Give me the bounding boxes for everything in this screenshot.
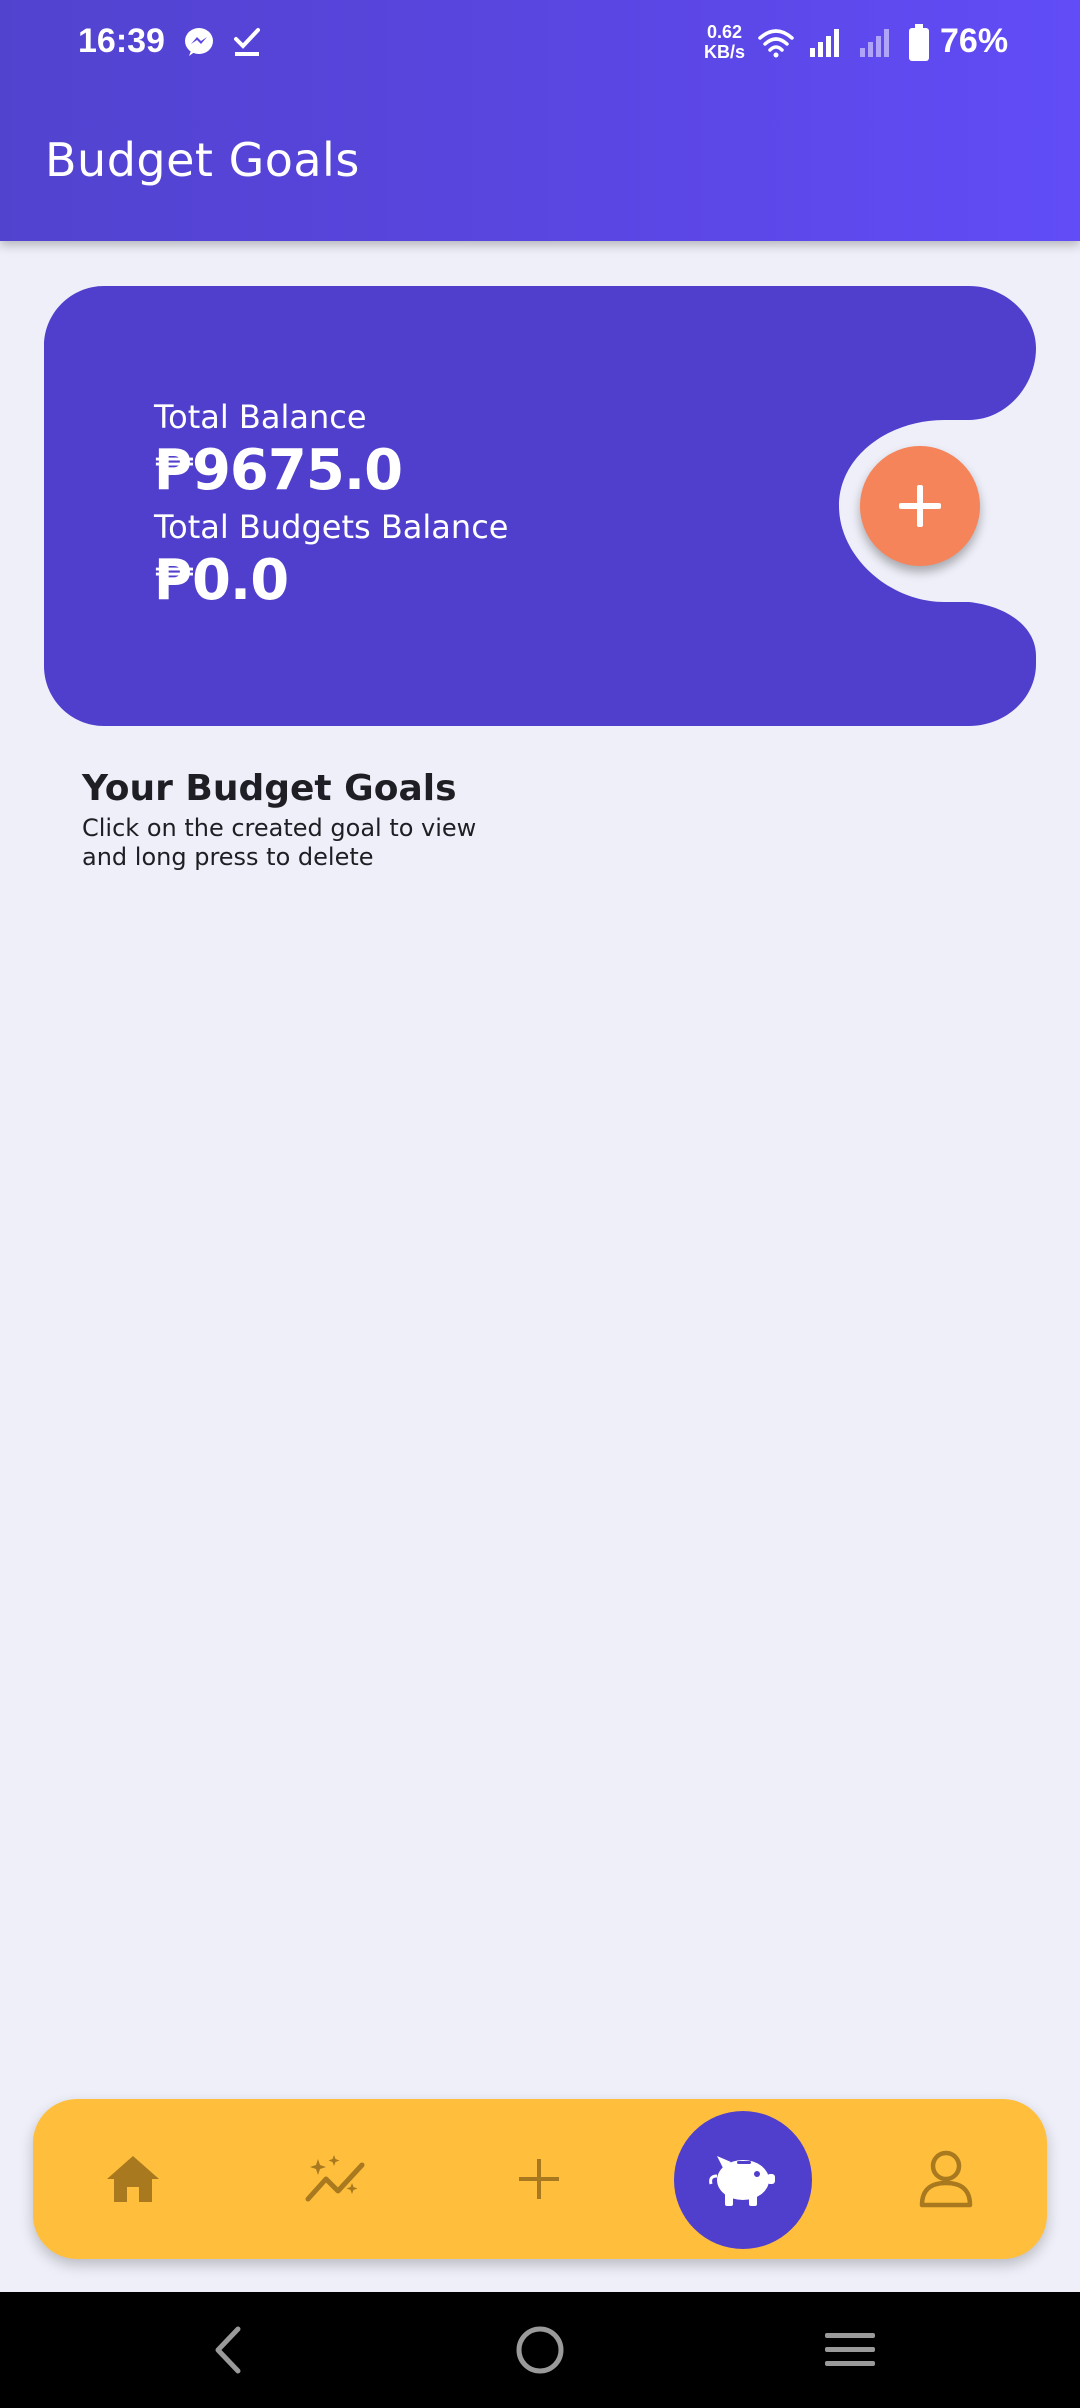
nav-profile[interactable] (886, 2099, 1006, 2259)
back-button[interactable] (168, 2292, 288, 2408)
piggy-bank-icon (709, 2156, 775, 2206)
net-speed-unit: KB/s (704, 42, 746, 62)
sparkle-chart-icon (305, 2155, 365, 2202)
messenger-icon (183, 26, 215, 62)
page-title: Budget Goals (45, 133, 360, 187)
bottom-nav (33, 2099, 1047, 2259)
menu-icon (825, 2333, 875, 2366)
net-speed-value: 0.62 (706, 22, 743, 42)
total-budgets-value: ₱0.0 (154, 548, 289, 613)
total-balance-label: Total Balance (154, 398, 367, 436)
add-goal-button[interactable] (860, 446, 980, 566)
nav-home[interactable] (73, 2099, 193, 2259)
net-speed: 0.62 KB/s (704, 22, 745, 62)
check-icon (232, 26, 262, 62)
status-bar: 16:39 0.62 KB/s 76% (0, 0, 1080, 90)
battery-icon (908, 24, 930, 66)
total-budgets-label: Total Budgets Balance (154, 508, 509, 546)
plus-icon (899, 485, 941, 527)
app-bar: 16:39 0.62 KB/s 76% Budget Goals (0, 0, 1080, 241)
home-icon (107, 2156, 159, 2202)
home-circle-icon (516, 2326, 564, 2374)
wifi-icon (758, 28, 794, 62)
back-chevron-icon (215, 2326, 241, 2374)
plus-icon (519, 2159, 559, 2199)
battery-percent: 76% (940, 22, 1009, 60)
goals-section-title: Your Budget Goals (82, 768, 457, 809)
signal-weak-icon (858, 28, 892, 62)
person-icon (919, 2150, 973, 2208)
nav-budget-goals[interactable] (683, 2099, 803, 2259)
recents-button[interactable] (790, 2292, 910, 2408)
signal-icon (808, 28, 842, 62)
goals-section-subtitle: Click on the created goal to view and lo… (82, 814, 477, 871)
nav-insights[interactable] (276, 2099, 396, 2259)
home-button[interactable] (480, 2292, 600, 2408)
total-balance-value: ₱9675.0 (154, 438, 403, 503)
status-time: 16:39 (78, 22, 165, 60)
nav-add[interactable] (479, 2099, 599, 2259)
system-nav-bar (0, 2292, 1080, 2408)
